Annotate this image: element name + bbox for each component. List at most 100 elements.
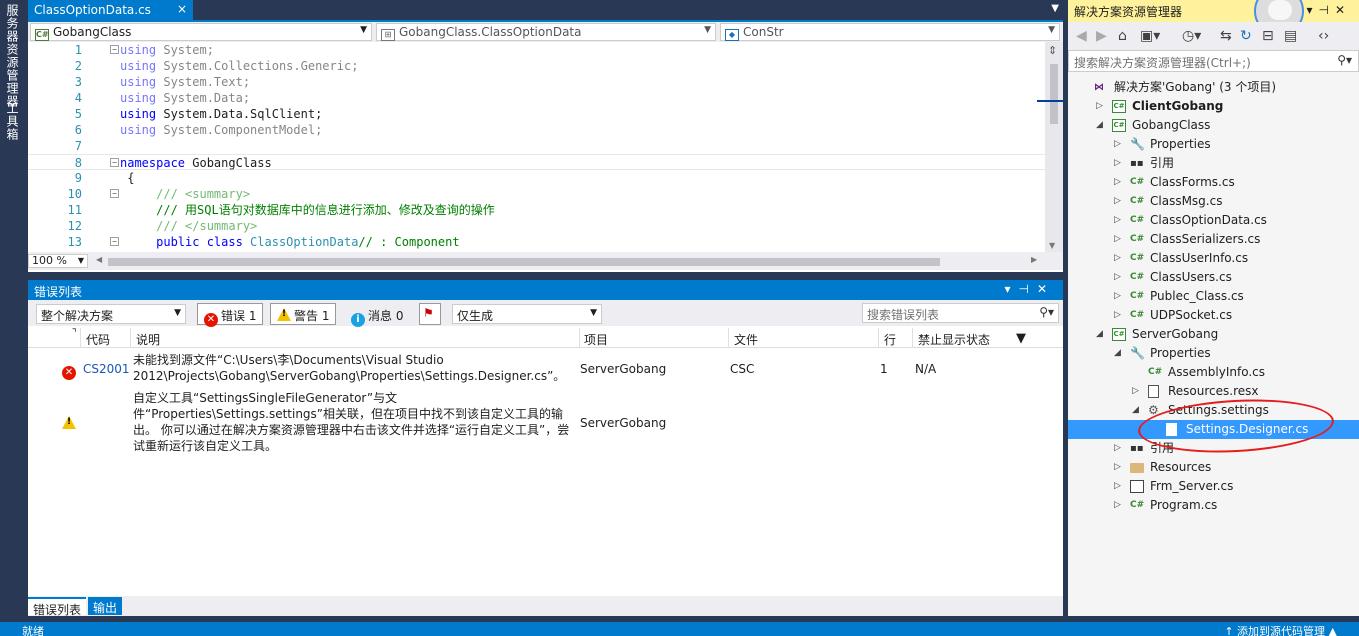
scope-dropdown[interactable]: 整个解决方案 ▼ xyxy=(36,304,186,324)
tree-item[interactable]: ▷ 🔧 Properties xyxy=(1068,135,1359,154)
tree-item[interactable]: ▷ C# ClassMsg.cs xyxy=(1068,192,1359,211)
document-tab[interactable]: ClassOptionData.cs × xyxy=(28,0,193,20)
sort-icon[interactable]: ⌝ xyxy=(72,328,77,339)
tree-item[interactable]: ◢ 🔧 Properties xyxy=(1068,344,1359,363)
column-header-project[interactable]: 项目 xyxy=(584,331,608,348)
back-icon[interactable]: ◀ xyxy=(1076,28,1087,44)
tree-item[interactable]: ▷ C# Publec_Class.cs xyxy=(1068,287,1359,306)
expand-icon[interactable]: ▷ xyxy=(1114,173,1124,192)
panel-controls[interactable]: ▾⊣✕ xyxy=(1306,3,1351,17)
tree-item[interactable]: ▷ C# ClassForms.cs xyxy=(1068,173,1359,192)
expand-icon[interactable]: ▷ xyxy=(1114,287,1124,306)
tree-item[interactable]: C# AssemblyInfo.cs xyxy=(1068,363,1359,382)
tree-item[interactable]: ▷ ▪▪ 引用 xyxy=(1068,154,1359,173)
expand-icon[interactable]: ▷ xyxy=(1114,211,1124,230)
tab-output[interactable]: 输出 xyxy=(88,597,123,615)
expand-icon[interactable]: ▷ xyxy=(1114,306,1124,325)
tree-item[interactable]: ▷ C# Program.cs xyxy=(1068,496,1359,515)
tree-item[interactable]: ⋈ 解决方案'Gobang' (3 个项目) xyxy=(1068,78,1359,97)
expand-icon[interactable]: ▷ xyxy=(1114,230,1124,249)
tree-item[interactable]: ▷ C# ClassOptionData.cs xyxy=(1068,211,1359,230)
tree-item[interactable]: ▷ C# ClassUserInfo.cs xyxy=(1068,249,1359,268)
expand-icon[interactable]: ▷ xyxy=(1114,458,1124,477)
table-row[interactable]: 自定义工具“SettingsSingleFileGenerator”与文件“Pr… xyxy=(28,390,1063,460)
tab-dropdown-icon[interactable]: ▼ xyxy=(1051,3,1059,14)
column-header-code[interactable]: 代码 xyxy=(86,331,110,348)
tab-error-list[interactable]: 错误列表 xyxy=(28,597,87,617)
tree-item[interactable]: ▷ C# ClassSerializers.cs xyxy=(1068,230,1359,249)
close-icon[interactable]: × xyxy=(177,2,187,16)
collapse-icon[interactable]: ◢ xyxy=(1096,325,1106,344)
expand-icon[interactable]: ▷ xyxy=(1096,97,1106,116)
scroll-left-icon[interactable]: ◀ xyxy=(96,255,102,264)
zoom-combo[interactable]: 100 % ▼ xyxy=(28,254,88,268)
collapse-icon[interactable]: ◢ xyxy=(1132,401,1142,420)
code-line[interactable]: 1 − using System; xyxy=(28,42,1045,58)
split-icon[interactable]: ⇕ xyxy=(1048,44,1057,57)
expand-icon[interactable]: ▷ xyxy=(1114,249,1124,268)
server-explorer-tab[interactable]: 服务器资源管理器 xyxy=(4,4,21,108)
code-line[interactable]: 2 using System.Collections.Generic; xyxy=(28,58,1045,74)
column-header-file[interactable]: 文件 xyxy=(734,331,758,348)
collapse-icon[interactable]: − xyxy=(110,45,119,54)
code-view-icon[interactable]: ‹› xyxy=(1318,28,1329,44)
horizontal-scrollbar-thumb[interactable] xyxy=(108,258,940,266)
expand-icon[interactable]: ▷ xyxy=(1132,382,1142,401)
error-code[interactable]: CS2001 xyxy=(83,362,130,376)
solution-search-input[interactable]: 搜索解决方案资源管理器(Ctrl+;) ⚲▾ xyxy=(1068,50,1359,72)
vertical-scrollbar[interactable]: ⇕ ▼ xyxy=(1037,42,1063,252)
filter-toggle-button[interactable]: ⚑ xyxy=(419,303,441,325)
code-line[interactable]: 3 using System.Text; xyxy=(28,74,1045,90)
project-dropdown[interactable]: C# GobangClass ▼ xyxy=(30,23,372,41)
forward-icon[interactable]: ▶ xyxy=(1096,28,1107,44)
scroll-down-icon[interactable]: ▼ xyxy=(1049,241,1055,250)
messages-filter-button[interactable]: i 消息 0 xyxy=(344,303,410,327)
toolbox-tab[interactable]: 工具箱 xyxy=(4,102,21,141)
member-dropdown[interactable]: ◆ ConStr ▼ xyxy=(720,23,1060,41)
tree-item[interactable]: ▷ Resources xyxy=(1068,458,1359,477)
code-line[interactable]: 13 − public class ClassOptionData// : Com… xyxy=(28,234,1045,250)
expand-icon[interactable]: ▷ xyxy=(1114,268,1124,287)
tree-item[interactable]: ▷ Frm_Server.cs xyxy=(1068,477,1359,496)
code-line[interactable]: 7 xyxy=(28,138,1045,154)
expand-icon[interactable]: ▷ xyxy=(1114,192,1124,211)
history-icon[interactable]: ◷▾ xyxy=(1182,28,1201,44)
tree-item[interactable]: ◢ C# GobangClass xyxy=(1068,116,1359,135)
tree-item[interactable]: ▷ C# ClientGobang xyxy=(1068,97,1359,116)
expand-icon[interactable]: ▷ xyxy=(1114,496,1124,515)
build-filter-dropdown[interactable]: 仅生成 ▼ xyxy=(452,304,602,324)
collapse-icon[interactable]: − xyxy=(110,189,119,198)
filter-icon[interactable]: ▼ xyxy=(1016,331,1026,346)
scrollbar-thumb[interactable] xyxy=(1050,64,1058,124)
expand-icon[interactable]: ▷ xyxy=(1114,154,1124,173)
tree-item[interactable]: ▷ C# UDPSocket.cs xyxy=(1068,306,1359,325)
collapse-icon[interactable]: ◢ xyxy=(1096,116,1106,135)
add-to-source-control[interactable]: ↑ 添加到源代码管理 ▲ xyxy=(1224,623,1337,636)
warnings-filter-button[interactable]: 警告 1 xyxy=(270,303,337,325)
tree-item[interactable]: ◢ C# ServerGobang xyxy=(1068,325,1359,344)
code-line[interactable]: 5 using System.Data.SqlClient; xyxy=(28,106,1045,122)
home-icon[interactable]: ⌂ xyxy=(1118,28,1127,44)
expand-icon[interactable]: ▷ xyxy=(1114,439,1124,458)
code-line[interactable]: 12 /// </summary> xyxy=(28,218,1045,234)
error-search-input[interactable]: 搜索错误列表 ⚲▾ xyxy=(862,303,1059,323)
column-header-description[interactable]: 说明 xyxy=(136,331,160,348)
collapse-icon[interactable]: ◢ xyxy=(1114,344,1124,363)
scroll-right-icon[interactable]: ▶ xyxy=(1031,255,1037,264)
tree-item[interactable]: ▷ C# ClassUsers.cs xyxy=(1068,268,1359,287)
refresh-icon[interactable]: ↻ xyxy=(1240,28,1252,44)
switch-views-icon[interactable]: ▣▾ xyxy=(1140,28,1160,44)
panel-controls[interactable]: ▾⊣✕ xyxy=(1004,282,1055,296)
search-icon[interactable]: ⚲▾ xyxy=(1337,53,1352,67)
search-icon[interactable]: ⚲▾ xyxy=(1039,305,1054,319)
show-all-files-icon[interactable]: ▤ xyxy=(1284,28,1297,44)
collapse-all-icon[interactable]: ⊟ xyxy=(1262,28,1274,44)
expand-icon[interactable]: ▷ xyxy=(1114,477,1124,496)
class-dropdown[interactable]: ⊞ GobangClass.ClassOptionData ▼ xyxy=(376,23,716,41)
code-line[interactable]: 8 − namespace GobangClass xyxy=(28,154,1045,170)
column-header-suppression[interactable]: 禁止显示状态 xyxy=(918,331,990,348)
tree-item[interactable]: ▷ Resources.resx xyxy=(1068,382,1359,401)
column-header-line[interactable]: 行 xyxy=(884,331,896,348)
collapse-icon[interactable]: − xyxy=(110,158,119,167)
code-line[interactable]: 9 { xyxy=(28,170,1045,186)
